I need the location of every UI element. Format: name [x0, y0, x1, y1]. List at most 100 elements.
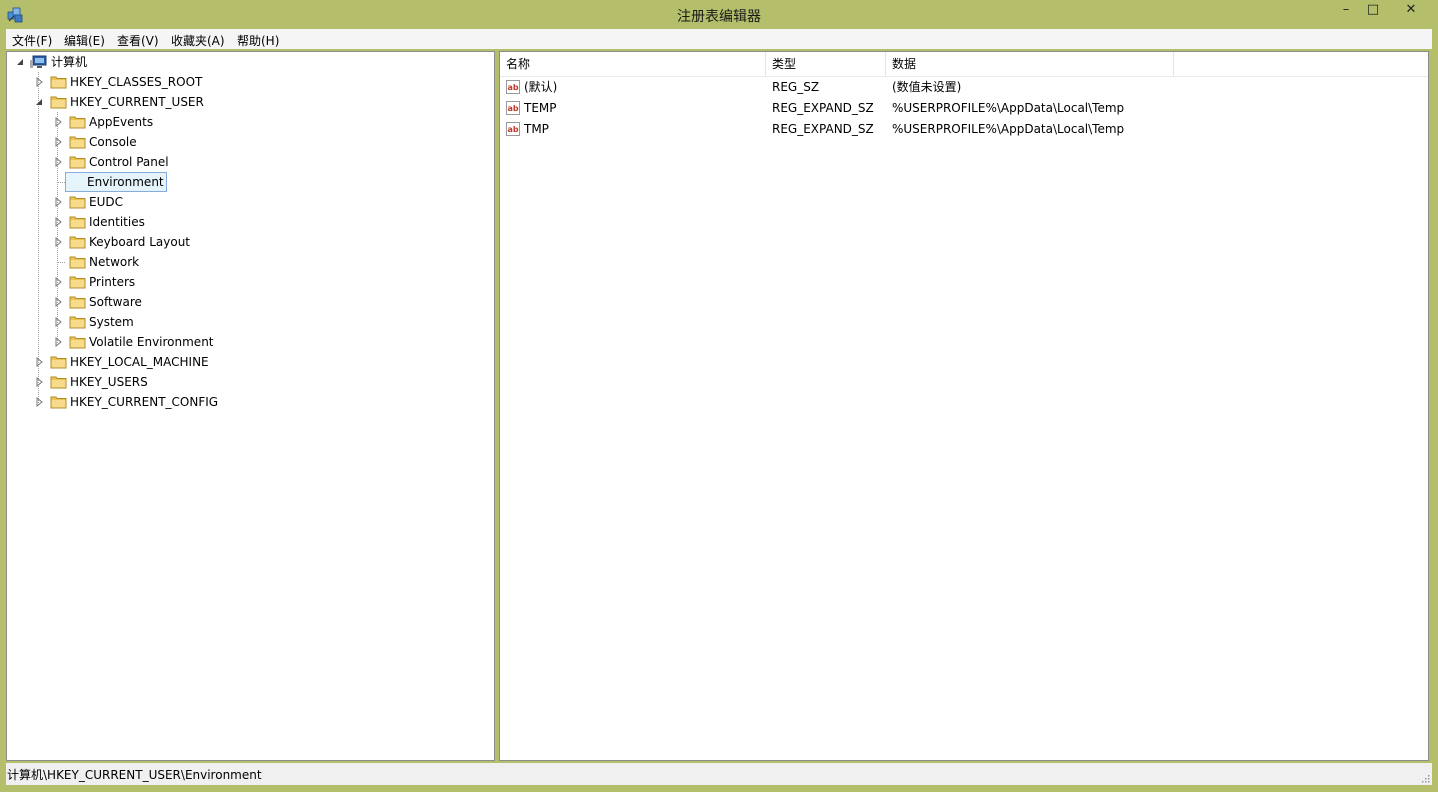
status-bar: 计算机\HKEY_CURRENT_USER\Environment [6, 763, 1432, 785]
close-button[interactable]: ✕ [1389, 0, 1433, 22]
maximize-button[interactable]: □ [1362, 0, 1384, 22]
column-header-data[interactable]: 数据 [886, 52, 1174, 76]
computer-icon [30, 55, 47, 68]
value-type: REG_SZ [772, 80, 820, 94]
folder-icon [69, 316, 86, 329]
expand-arrow-icon[interactable] [54, 197, 62, 207]
list-row[interactable]: ab TMP REG_EXPAND_SZ %USERPROFILE%\AppDa… [500, 119, 1428, 140]
menu-view[interactable]: 查看(V) [117, 32, 159, 49]
expand-arrow-icon[interactable] [54, 217, 62, 227]
string-value-icon: ab [506, 122, 520, 136]
svg-text:ab: ab [508, 125, 519, 134]
minimize-button[interactable]: – [1335, 0, 1357, 22]
folder-icon [69, 236, 86, 249]
registry-tree-pane[interactable]: 计算机 HKEY_CLASSES_ROOT HKEY_CURRENT_USER … [6, 51, 495, 761]
expand-arrow-icon[interactable] [35, 77, 43, 87]
tree-node-eudc[interactable]: EUDC [7, 192, 487, 212]
tree-node-printers[interactable]: Printers [7, 272, 487, 292]
expand-arrow-icon[interactable] [54, 337, 62, 347]
expand-arrow-icon[interactable] [54, 297, 62, 307]
expand-arrow-icon[interactable] [54, 237, 62, 247]
value-type: REG_EXPAND_SZ [772, 122, 874, 136]
tree-node-system[interactable]: System [7, 312, 487, 332]
value-data: %USERPROFILE%\AppData\Local\Temp [892, 122, 1125, 136]
window-title: 注册表编辑器 [677, 9, 761, 25]
folder-icon [69, 336, 86, 349]
tree-node-console[interactable]: Console [7, 132, 487, 152]
column-header-type[interactable]: 类型 [766, 52, 886, 76]
menu-file[interactable]: 文件(F) [12, 32, 52, 49]
folder-icon [69, 116, 86, 129]
status-path: 计算机\HKEY_CURRENT_USER\Environment [7, 768, 262, 782]
expand-arrow-icon[interactable] [54, 277, 62, 287]
menu-help[interactable]: 帮助(H) [237, 32, 279, 49]
folder-open-icon [50, 96, 67, 109]
tree-node-label: Volatile Environment [89, 335, 214, 349]
tree-node-label: Keyboard Layout [89, 235, 191, 249]
tree-node-environment[interactable]: Environment [7, 172, 487, 192]
tree-node-volatile-environment[interactable]: Volatile Environment [7, 332, 487, 352]
tree-node-label: Identities [89, 215, 145, 229]
folder-icon [69, 276, 86, 289]
collapse-arrow-icon[interactable] [35, 97, 43, 107]
folder-icon [50, 76, 67, 89]
folder-icon [69, 136, 86, 149]
list-row[interactable]: ab TEMP REG_EXPAND_SZ %USERPROFILE%\AppD… [500, 98, 1428, 119]
svg-text:ab: ab [508, 104, 519, 113]
menu-edit[interactable]: 编辑(E) [64, 32, 105, 49]
tree-node-label: Environment [65, 172, 167, 192]
tree-node-hkey-current-user[interactable]: HKEY_CURRENT_USER [7, 92, 487, 112]
column-header-name[interactable]: 名称 [500, 52, 766, 76]
folder-icon [50, 396, 67, 409]
string-value-icon: ab [506, 101, 520, 115]
tree-node-label: HKEY_CLASSES_ROOT [70, 75, 203, 89]
tree-node-label: Control Panel [89, 155, 169, 169]
menu-favorites[interactable]: 收藏夹(A) [171, 32, 225, 49]
tree-node-hkey-local-machine[interactable]: HKEY_LOCAL_MACHINE [7, 352, 487, 372]
tree-node-label: Console [89, 135, 137, 149]
title-bar[interactable]: 注册表编辑器 – □ ✕ [0, 0, 1438, 29]
tree-node-label: HKEY_CURRENT_CONFIG [70, 395, 219, 409]
list-row[interactable]: ab (默认) REG_SZ (数值未设置) [500, 77, 1428, 98]
resize-grip-icon[interactable] [1420, 773, 1430, 783]
value-name: TEMP [524, 101, 557, 115]
collapse-arrow-icon[interactable] [16, 57, 24, 67]
tree-node-label: EUDC [89, 195, 123, 209]
tree-node-hkey-current-config[interactable]: HKEY_CURRENT_CONFIG [7, 392, 487, 412]
tree-node-appevents[interactable]: AppEvents [7, 112, 487, 132]
tree-node-keyboard-layout[interactable]: Keyboard Layout [7, 232, 487, 252]
expand-arrow-icon[interactable] [54, 137, 62, 147]
tree-node-hkey-classes-root[interactable]: HKEY_CLASSES_ROOT [7, 72, 487, 92]
list-header: 名称 类型 数据 [500, 52, 1428, 77]
value-type: REG_EXPAND_SZ [772, 101, 874, 115]
folder-icon [69, 156, 86, 169]
expand-arrow-icon[interactable] [54, 157, 62, 167]
string-value-icon: ab [506, 80, 520, 94]
tree-node-identities[interactable]: Identities [7, 212, 487, 232]
tree-node-software[interactable]: Software [7, 292, 487, 312]
tree-node-label: AppEvents [89, 115, 154, 129]
tree-node-label: System [89, 315, 134, 329]
registry-values-pane[interactable]: 名称 类型 数据 ab (默认) REG_SZ (数值未设置) ab TEMP … [499, 51, 1429, 761]
value-name: TMP [524, 122, 549, 136]
tree-node-label: HKEY_USERS [70, 375, 148, 389]
tree-node-network[interactable]: Network [7, 252, 487, 272]
tree-node-computer[interactable]: 计算机 [7, 52, 487, 72]
expand-arrow-icon[interactable] [54, 317, 62, 327]
expand-arrow-icon[interactable] [35, 377, 43, 387]
tree-node-hkey-users[interactable]: HKEY_USERS [7, 372, 487, 392]
value-data: (数值未设置) [892, 80, 962, 94]
folder-icon [69, 216, 86, 229]
tree-node-label: HKEY_CURRENT_USER [70, 95, 204, 109]
folder-icon [69, 296, 86, 309]
expand-arrow-icon[interactable] [35, 397, 43, 407]
tree-node-label: Software [89, 295, 142, 309]
tree-node-label: Network [89, 255, 140, 269]
menu-bar: 文件(F) 编辑(E) 查看(V) 收藏夹(A) 帮助(H) [6, 29, 1432, 49]
expand-arrow-icon[interactable] [54, 117, 62, 127]
value-data: %USERPROFILE%\AppData\Local\Temp [892, 101, 1125, 115]
tree-node-control-panel[interactable]: Control Panel [7, 152, 487, 172]
svg-text:ab: ab [508, 83, 519, 92]
expand-arrow-icon[interactable] [35, 357, 43, 367]
tree-node-label: HKEY_LOCAL_MACHINE [70, 355, 209, 369]
